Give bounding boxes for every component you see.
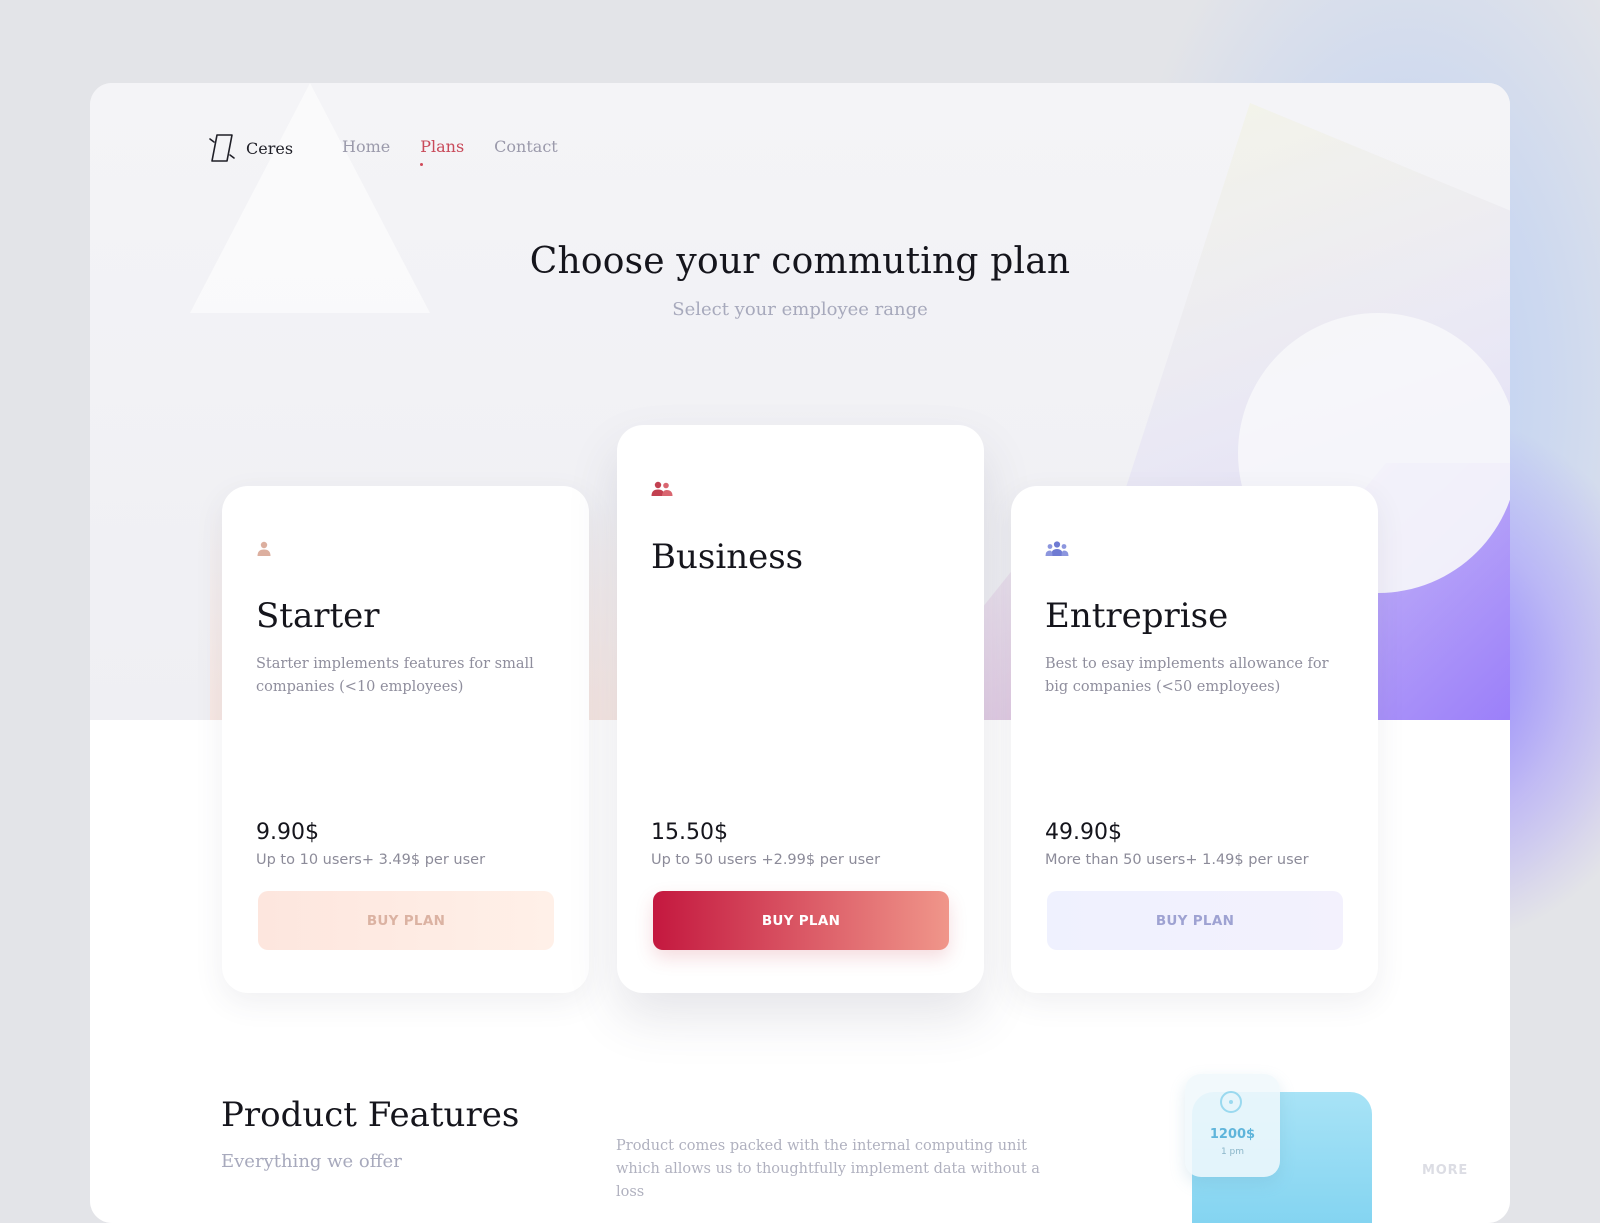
plan-price: 15.50$ bbox=[651, 820, 728, 845]
plan-price-note: Up to 50 users +2.99$ per user bbox=[651, 852, 881, 868]
radio-dot-icon bbox=[1220, 1091, 1242, 1113]
balance-widget: 1200$ 1 pm bbox=[1185, 1074, 1280, 1177]
two-users-icon bbox=[651, 481, 673, 496]
plan-price: 9.90$ bbox=[256, 820, 319, 845]
single-user-icon bbox=[257, 541, 271, 556]
widget-value: 1200$ bbox=[1209, 1127, 1256, 1142]
buy-plan-button-enterprise[interactable]: BUY PLAN bbox=[1047, 891, 1343, 950]
plan-price-note: More than 50 users+ 1.49$ per user bbox=[1045, 852, 1309, 868]
plan-price-note: Up to 10 users+ 3.49$ per user bbox=[256, 852, 486, 868]
page-title: Choose your commuting plan bbox=[529, 241, 1071, 282]
plan-card-starter: Starter Starter implements features for … bbox=[222, 486, 589, 993]
plan-name: Starter bbox=[256, 596, 380, 636]
plan-description: Best to esay implements allowance for bi… bbox=[1045, 656, 1329, 695]
nav-home[interactable]: Home bbox=[342, 137, 390, 156]
buy-plan-button-starter[interactable]: BUY PLAN bbox=[258, 891, 554, 950]
plan-name: Entreprise bbox=[1045, 596, 1229, 636]
features-subtitle: Everything we offer bbox=[221, 1151, 402, 1172]
plan-description: Starter implements features for small co… bbox=[256, 656, 534, 695]
widget-time: 1 pm bbox=[1220, 1147, 1245, 1157]
main-nav: Home Plans Contact bbox=[342, 137, 558, 166]
brand-name: Ceres bbox=[246, 138, 294, 158]
plan-card-business: Business 15.50$ Up to 50 users +2.99$ pe… bbox=[617, 425, 984, 993]
more-link[interactable]: MORE bbox=[1422, 1163, 1468, 1178]
plan-card-enterprise: Entreprise Best to esay implements allow… bbox=[1011, 486, 1378, 993]
plan-price: 49.90$ bbox=[1045, 820, 1122, 845]
page-subtitle: Select your employee range bbox=[672, 299, 928, 320]
nav-contact[interactable]: Contact bbox=[494, 137, 558, 156]
ceres-logo-icon bbox=[209, 134, 235, 162]
page-frame: Ceres Home Plans Contact Choose your com… bbox=[90, 83, 1510, 1223]
features-title: Product Features bbox=[221, 1095, 520, 1135]
features-description: Product comes packed with the internal c… bbox=[616, 1138, 1040, 1200]
plan-name: Business bbox=[651, 537, 804, 577]
buy-plan-button-business[interactable]: BUY PLAN bbox=[653, 891, 949, 950]
brand-logo[interactable]: Ceres bbox=[208, 133, 293, 163]
group-users-icon bbox=[1045, 541, 1069, 556]
nav-plans[interactable]: Plans bbox=[420, 137, 464, 166]
